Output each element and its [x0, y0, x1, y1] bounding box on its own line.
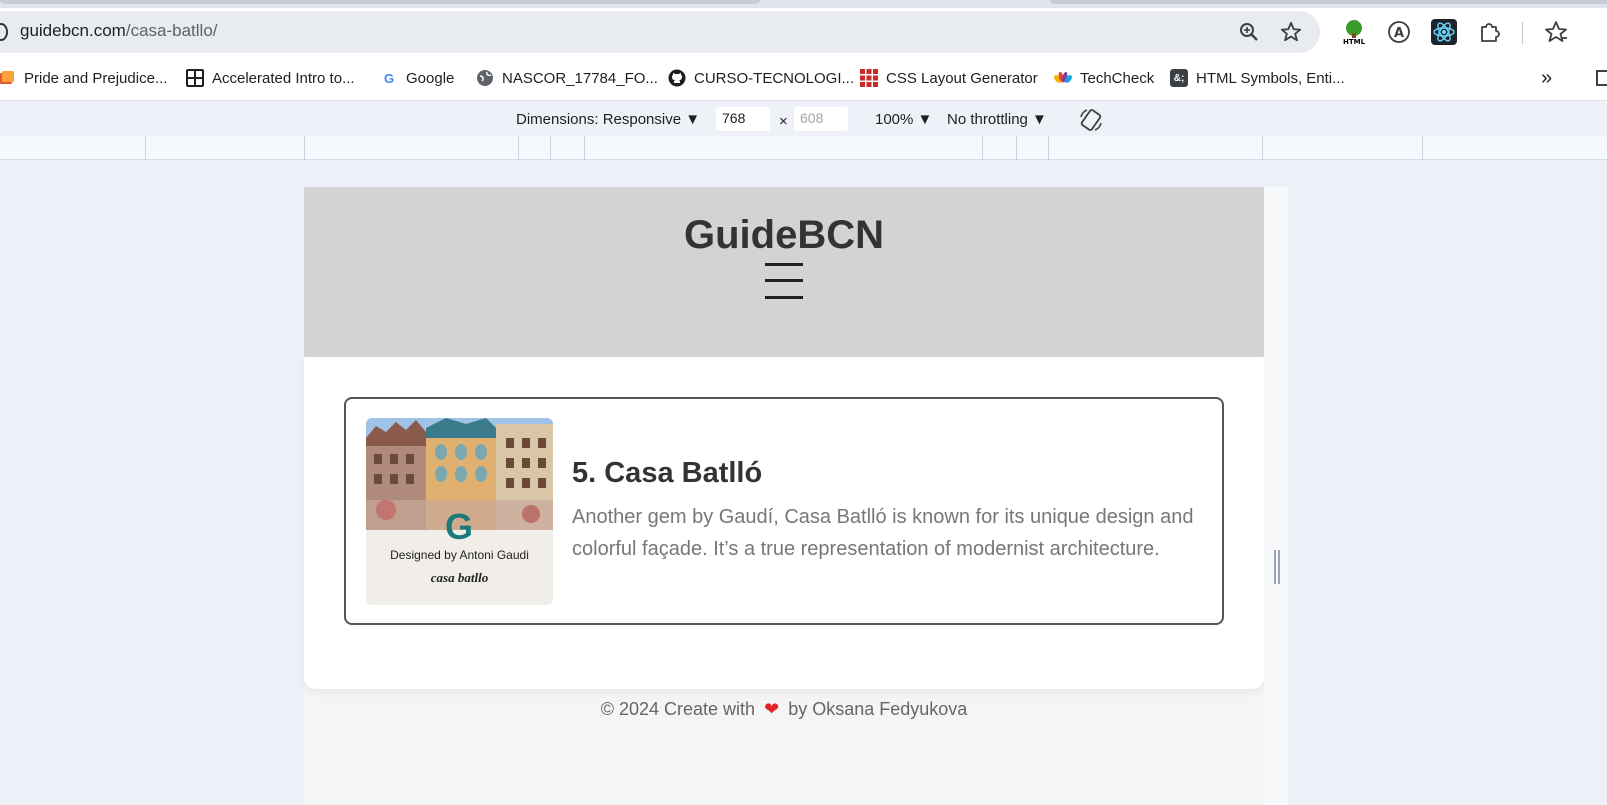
- svg-text:A: A: [1394, 26, 1404, 41]
- bookmark-star-icon[interactable]: [1278, 19, 1304, 45]
- accessibility-a-icon[interactable]: A: [1384, 17, 1414, 47]
- code-grid-icon: [186, 69, 204, 87]
- device-toolbar: Dimensions: Responsive ▼ 768 × 608 100% …: [0, 100, 1607, 136]
- html-entity-icon: &;: [1170, 69, 1188, 87]
- throttling-dropdown[interactable]: No throttling ▼: [947, 111, 1047, 128]
- card-description: Another gem by Gaudí, Casa Batlló is kno…: [572, 506, 1194, 560]
- bookmark-accelerated-intro[interactable]: Accelerated Intro to...: [186, 62, 355, 94]
- bookmark-label: TechCheck: [1080, 69, 1155, 87]
- media-query-ruler[interactable]: [0, 136, 1607, 160]
- hamburger-menu-icon[interactable]: [765, 263, 803, 299]
- bookmark-techcheck[interactable]: TechCheck: [1054, 62, 1154, 94]
- bookmark-curso-tecnologi[interactable]: CURSO-TECNOLOGI...: [668, 62, 854, 94]
- emulated-viewport: GuideBCN G Designed by Antoni Gaudi casa…: [304, 187, 1264, 805]
- bookmark-label: Accelerated Intro to...: [212, 69, 355, 87]
- image-caption: Designed by Antoni Gaudi: [390, 548, 529, 562]
- casa-batllo-logo: G: [444, 506, 473, 547]
- casa-batllo-image: G Designed by Antoni Gaudi casa batllo: [366, 418, 553, 605]
- viewport-side-strip: [1264, 187, 1288, 805]
- bookmark-google[interactable]: G Google: [380, 62, 454, 94]
- bookmark-label: Pride and Prejudice...: [24, 69, 168, 87]
- all-bookmarks-folder-icon[interactable]: [1596, 62, 1607, 94]
- url-text[interactable]: guidebcn.com/casa-batllo/: [20, 21, 218, 41]
- bookmark-css-layout-generator[interactable]: CSS Layout Generator: [860, 62, 1038, 94]
- grid-icon: [860, 69, 878, 87]
- viewport-width-input[interactable]: 768: [716, 107, 770, 131]
- site-header: GuideBCN: [304, 187, 1264, 357]
- image-brand: casa batllo: [430, 570, 489, 585]
- nbc-peacock-icon: [1054, 69, 1072, 87]
- dimensions-times: ×: [779, 113, 788, 130]
- bookmark-nascor[interactable]: NASCOR_17784_FO...: [476, 62, 658, 94]
- html-tree-extension-icon[interactable]: HTML: [1339, 17, 1369, 47]
- react-devtools-icon[interactable]: [1429, 17, 1459, 47]
- extensions-puzzle-icon[interactable]: [1475, 17, 1505, 47]
- viewport-resize-handle[interactable]: [1274, 550, 1280, 584]
- google-icon: G: [383, 70, 395, 86]
- bookmarks-bar: Pride and Prejudice... Accelerated Intro…: [0, 62, 1607, 94]
- bookmark-html-symbols[interactable]: &; HTML Symbols, Enti...: [1170, 62, 1345, 94]
- book-icon: [0, 69, 16, 87]
- footer-prefix: © 2024 Create with: [600, 699, 756, 719]
- rotate-device-icon[interactable]: [1078, 107, 1104, 137]
- bookmark-label: HTML Symbols, Enti...: [1196, 69, 1345, 87]
- site-title[interactable]: GuideBCN: [304, 213, 1264, 258]
- svg-text:HTML: HTML: [1343, 38, 1366, 45]
- dimensions-dropdown[interactable]: Dimensions: Responsive ▼: [516, 111, 700, 128]
- footer-author: by Oksana Fedyukova: [788, 699, 968, 719]
- zoom-dropdown[interactable]: 100% ▼: [875, 111, 932, 128]
- github-icon: [668, 69, 686, 87]
- bookmark-label: CSS Layout Generator: [886, 69, 1038, 87]
- url-path: /casa-batllo/: [125, 21, 218, 40]
- viewport-height-input[interactable]: 608: [794, 107, 848, 131]
- bookmark-label: NASCOR_17784_FO...: [502, 69, 658, 87]
- bookmark-pride-and-prejudice[interactable]: Pride and Prejudice...: [0, 62, 167, 94]
- bookmarks-overflow-chevron-icon[interactable]: »: [1541, 62, 1552, 94]
- main-content: G Designed by Antoni Gaudi casa batllo 5…: [304, 357, 1264, 689]
- heart-icon: ❤: [764, 699, 780, 719]
- tab-strip: [0, 0, 1607, 8]
- zoom-icon[interactable]: [1236, 19, 1262, 45]
- card-title: 5. Casa Batlló: [572, 457, 763, 489]
- url-host: guidebcn.com: [20, 21, 126, 40]
- site-footer: © 2024 Create with ❤ by Oksana Fedyukova: [304, 699, 1264, 720]
- attraction-card[interactable]: G Designed by Antoni Gaudi casa batllo 5…: [344, 397, 1224, 625]
- bookmark-label: Google: [406, 69, 455, 87]
- browser-chrome: guidebcn.com/casa-batllo/ HTML A Pride a…: [0, 0, 1607, 100]
- globe-icon: [476, 69, 494, 87]
- toolbar-divider: [1522, 22, 1523, 44]
- bookmarks-star-list-icon[interactable]: [1541, 17, 1571, 47]
- bookmark-label: CURSO-TECNOLOGI...: [694, 69, 855, 87]
